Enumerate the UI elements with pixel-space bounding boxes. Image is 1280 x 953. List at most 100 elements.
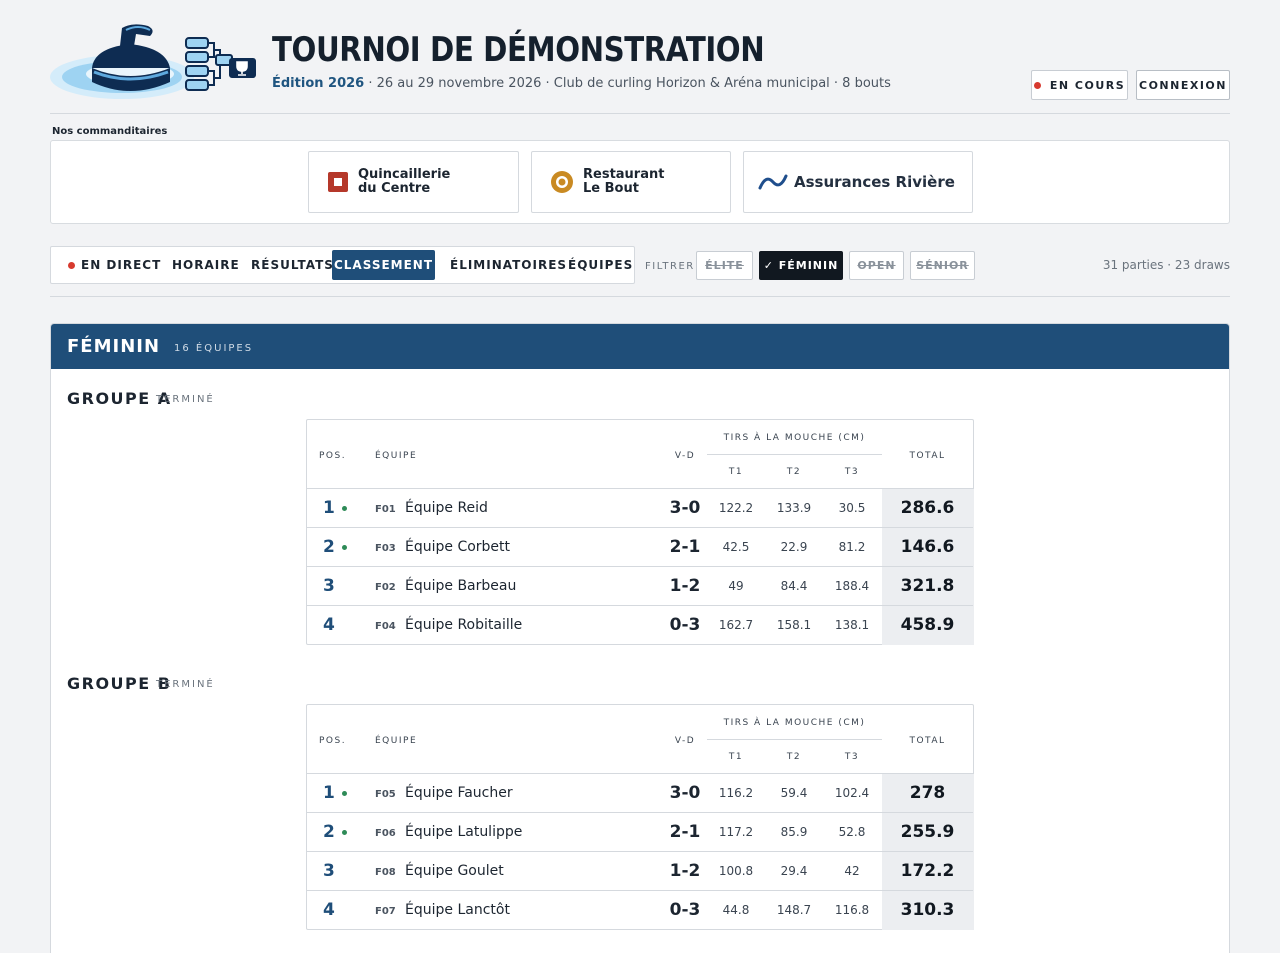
position-value: 2 [323, 822, 335, 842]
nav-standings[interactable]: CLASSEMENT [332, 250, 435, 280]
nav-schedule[interactable]: HORAIRE [160, 250, 252, 280]
win-loss: 3-0 [669, 783, 701, 803]
divider [50, 296, 1230, 297]
team-code: F04 [375, 621, 396, 632]
shot-total: 255.9 [900, 822, 955, 842]
header-divider [707, 454, 882, 455]
shot-total: 278 [909, 783, 946, 803]
team-name[interactable]: Équipe Robitaille [405, 617, 522, 633]
live-status-badge[interactable]: EN COURS [1031, 70, 1128, 100]
shot-total: 146.6 [900, 537, 955, 557]
standings-panel: FÉMININ 16 ÉQUIPES GROUPE A TERMINÉ POS. ÉQ… [50, 323, 1230, 953]
table-row[interactable]: 4 F07 Équipe Lanctôt 0-3 44.8 148.7 116.… [307, 890, 973, 929]
page-title: TOURNOI DE DÉMONSTRATION [272, 30, 765, 70]
filter-label: FILTRER [645, 261, 695, 272]
division-title: FÉMININ [67, 336, 161, 357]
position: 4 [323, 615, 335, 635]
curling-stone-logo [50, 24, 256, 99]
filter-feminin[interactable]: ✓ FÉMININ [759, 251, 843, 280]
tournament-details: Édition 2026 · 26 au 29 novembre 2026 · … [272, 76, 891, 91]
sponsor-name: Quincaillerie du Centre [358, 167, 451, 196]
team-name[interactable]: Équipe Latulippe [405, 824, 522, 840]
filter-elite[interactable]: ÉLITE [696, 251, 753, 280]
qualified-dot-icon [341, 544, 347, 550]
standings-table: POS. ÉQUIPE V-D TIRS À LA MOUCHE (CM) T1 T2 T3… [306, 419, 974, 645]
table-row[interactable]: 1 F01 Équipe Reid 3-0 122.2 133.9 30.5 2… [307, 488, 973, 527]
team-name[interactable]: Équipe Lanctôt [405, 902, 510, 918]
team-name[interactable]: Équipe Reid [405, 500, 488, 516]
position: 4 [323, 900, 335, 920]
ring-icon [551, 171, 573, 193]
shot-t1: 162.7 [718, 618, 754, 632]
table-row[interactable]: 4 F04 Équipe Robitaille 0-3 162.7 158.1 … [307, 605, 973, 644]
win-loss: 1-2 [669, 861, 701, 881]
shot-t1: 116.2 [718, 786, 754, 800]
wave-icon [758, 174, 788, 190]
win-loss: 2-1 [669, 537, 701, 557]
win-loss: 0-3 [669, 900, 701, 920]
position: 1 [323, 783, 347, 803]
sponsor-assurances[interactable]: Assurances Rivière [743, 151, 973, 213]
position: 2 [323, 822, 347, 842]
position-value: 4 [323, 900, 335, 920]
shot-t3: 52.8 [838, 825, 866, 839]
position-value: 3 [323, 576, 335, 596]
shot-t1: 117.2 [718, 825, 754, 839]
table-row[interactable]: 3 F08 Équipe Goulet 1-2 100.8 29.4 42 17… [307, 851, 973, 890]
shot-t3: 30.5 [838, 501, 866, 515]
shot-t2: 133.9 [776, 501, 812, 515]
shot-t1: 49 [728, 579, 744, 593]
sponsors-panel: Quincaillerie du Centre Restaurant Le Bo… [50, 140, 1230, 224]
nav-teams[interactable]: ÉQUIPES [556, 250, 645, 280]
tournament-info: · 26 au 29 novembre 2026 · Club de curli… [364, 76, 891, 91]
shot-t2: 29.4 [780, 864, 808, 878]
square-icon [328, 172, 348, 192]
team-code: F05 [375, 789, 396, 800]
table-row[interactable]: 2 F06 Équipe Latulippe 2-1 117.2 85.9 52… [307, 812, 973, 851]
qualified-dot-icon [341, 505, 347, 511]
nav-live[interactable]: EN DIRECT [56, 250, 173, 280]
team-name[interactable]: Équipe Corbett [405, 539, 510, 555]
table-row[interactable]: 2 F03 Équipe Corbett 2-1 42.5 22.9 81.2 … [307, 527, 973, 566]
shot-total: 458.9 [900, 615, 955, 635]
position-value: 3 [323, 861, 335, 881]
col-t3: T3 [844, 752, 860, 762]
team-code: F06 [375, 828, 396, 839]
shot-t1: 42.5 [722, 540, 750, 554]
filter-open[interactable]: OPEN [849, 251, 904, 280]
position: 2 [323, 537, 347, 557]
team-code: F01 [375, 504, 396, 515]
table-row[interactable]: 1 F05 Équipe Faucher 3-0 116.2 59.4 102.… [307, 773, 973, 812]
col-team: ÉQUIPE [375, 451, 418, 461]
game-stats: 31 parties · 23 draws [1102, 258, 1230, 272]
position-value: 1 [323, 783, 335, 803]
shot-t1: 100.8 [718, 864, 754, 878]
sponsor-restaurant[interactable]: Restaurant Le Bout [531, 151, 731, 213]
team-name[interactable]: Équipe Faucher [405, 785, 513, 801]
page-header: TOURNOI DE DÉMONSTRATION Édition 2026 · … [50, 20, 1230, 114]
sponsor-quincaillerie[interactable]: Quincaillerie du Centre [308, 151, 519, 213]
col-t2: T2 [786, 752, 802, 762]
shot-total: 321.8 [900, 576, 955, 596]
login-button[interactable]: CONNEXION [1136, 70, 1230, 100]
nav-results[interactable]: RÉSULTATS [239, 250, 346, 280]
position-value: 2 [323, 537, 335, 557]
col-total: TOTAL [909, 451, 946, 461]
team-name[interactable]: Équipe Barbeau [405, 578, 516, 594]
position: 1 [323, 498, 347, 518]
team-code: F03 [375, 543, 396, 554]
win-loss: 2-1 [669, 822, 701, 842]
table-row[interactable]: 3 F02 Équipe Barbeau 1-2 49 84.4 188.4 3… [307, 566, 973, 605]
shot-t2: 22.9 [780, 540, 808, 554]
filter-senior[interactable]: SÉNIOR [910, 251, 975, 280]
sponsor-name: Assurances Rivière [794, 173, 955, 191]
position-value: 1 [323, 498, 335, 518]
shot-t2: 148.7 [776, 903, 812, 917]
shot-t3: 138.1 [834, 618, 870, 632]
header-divider [707, 739, 882, 740]
qualified-dot-icon [341, 829, 347, 835]
shot-t3: 102.4 [834, 786, 870, 800]
col-vd: V-D [674, 736, 696, 746]
team-name[interactable]: Équipe Goulet [405, 863, 504, 879]
shot-total: 310.3 [900, 900, 955, 920]
